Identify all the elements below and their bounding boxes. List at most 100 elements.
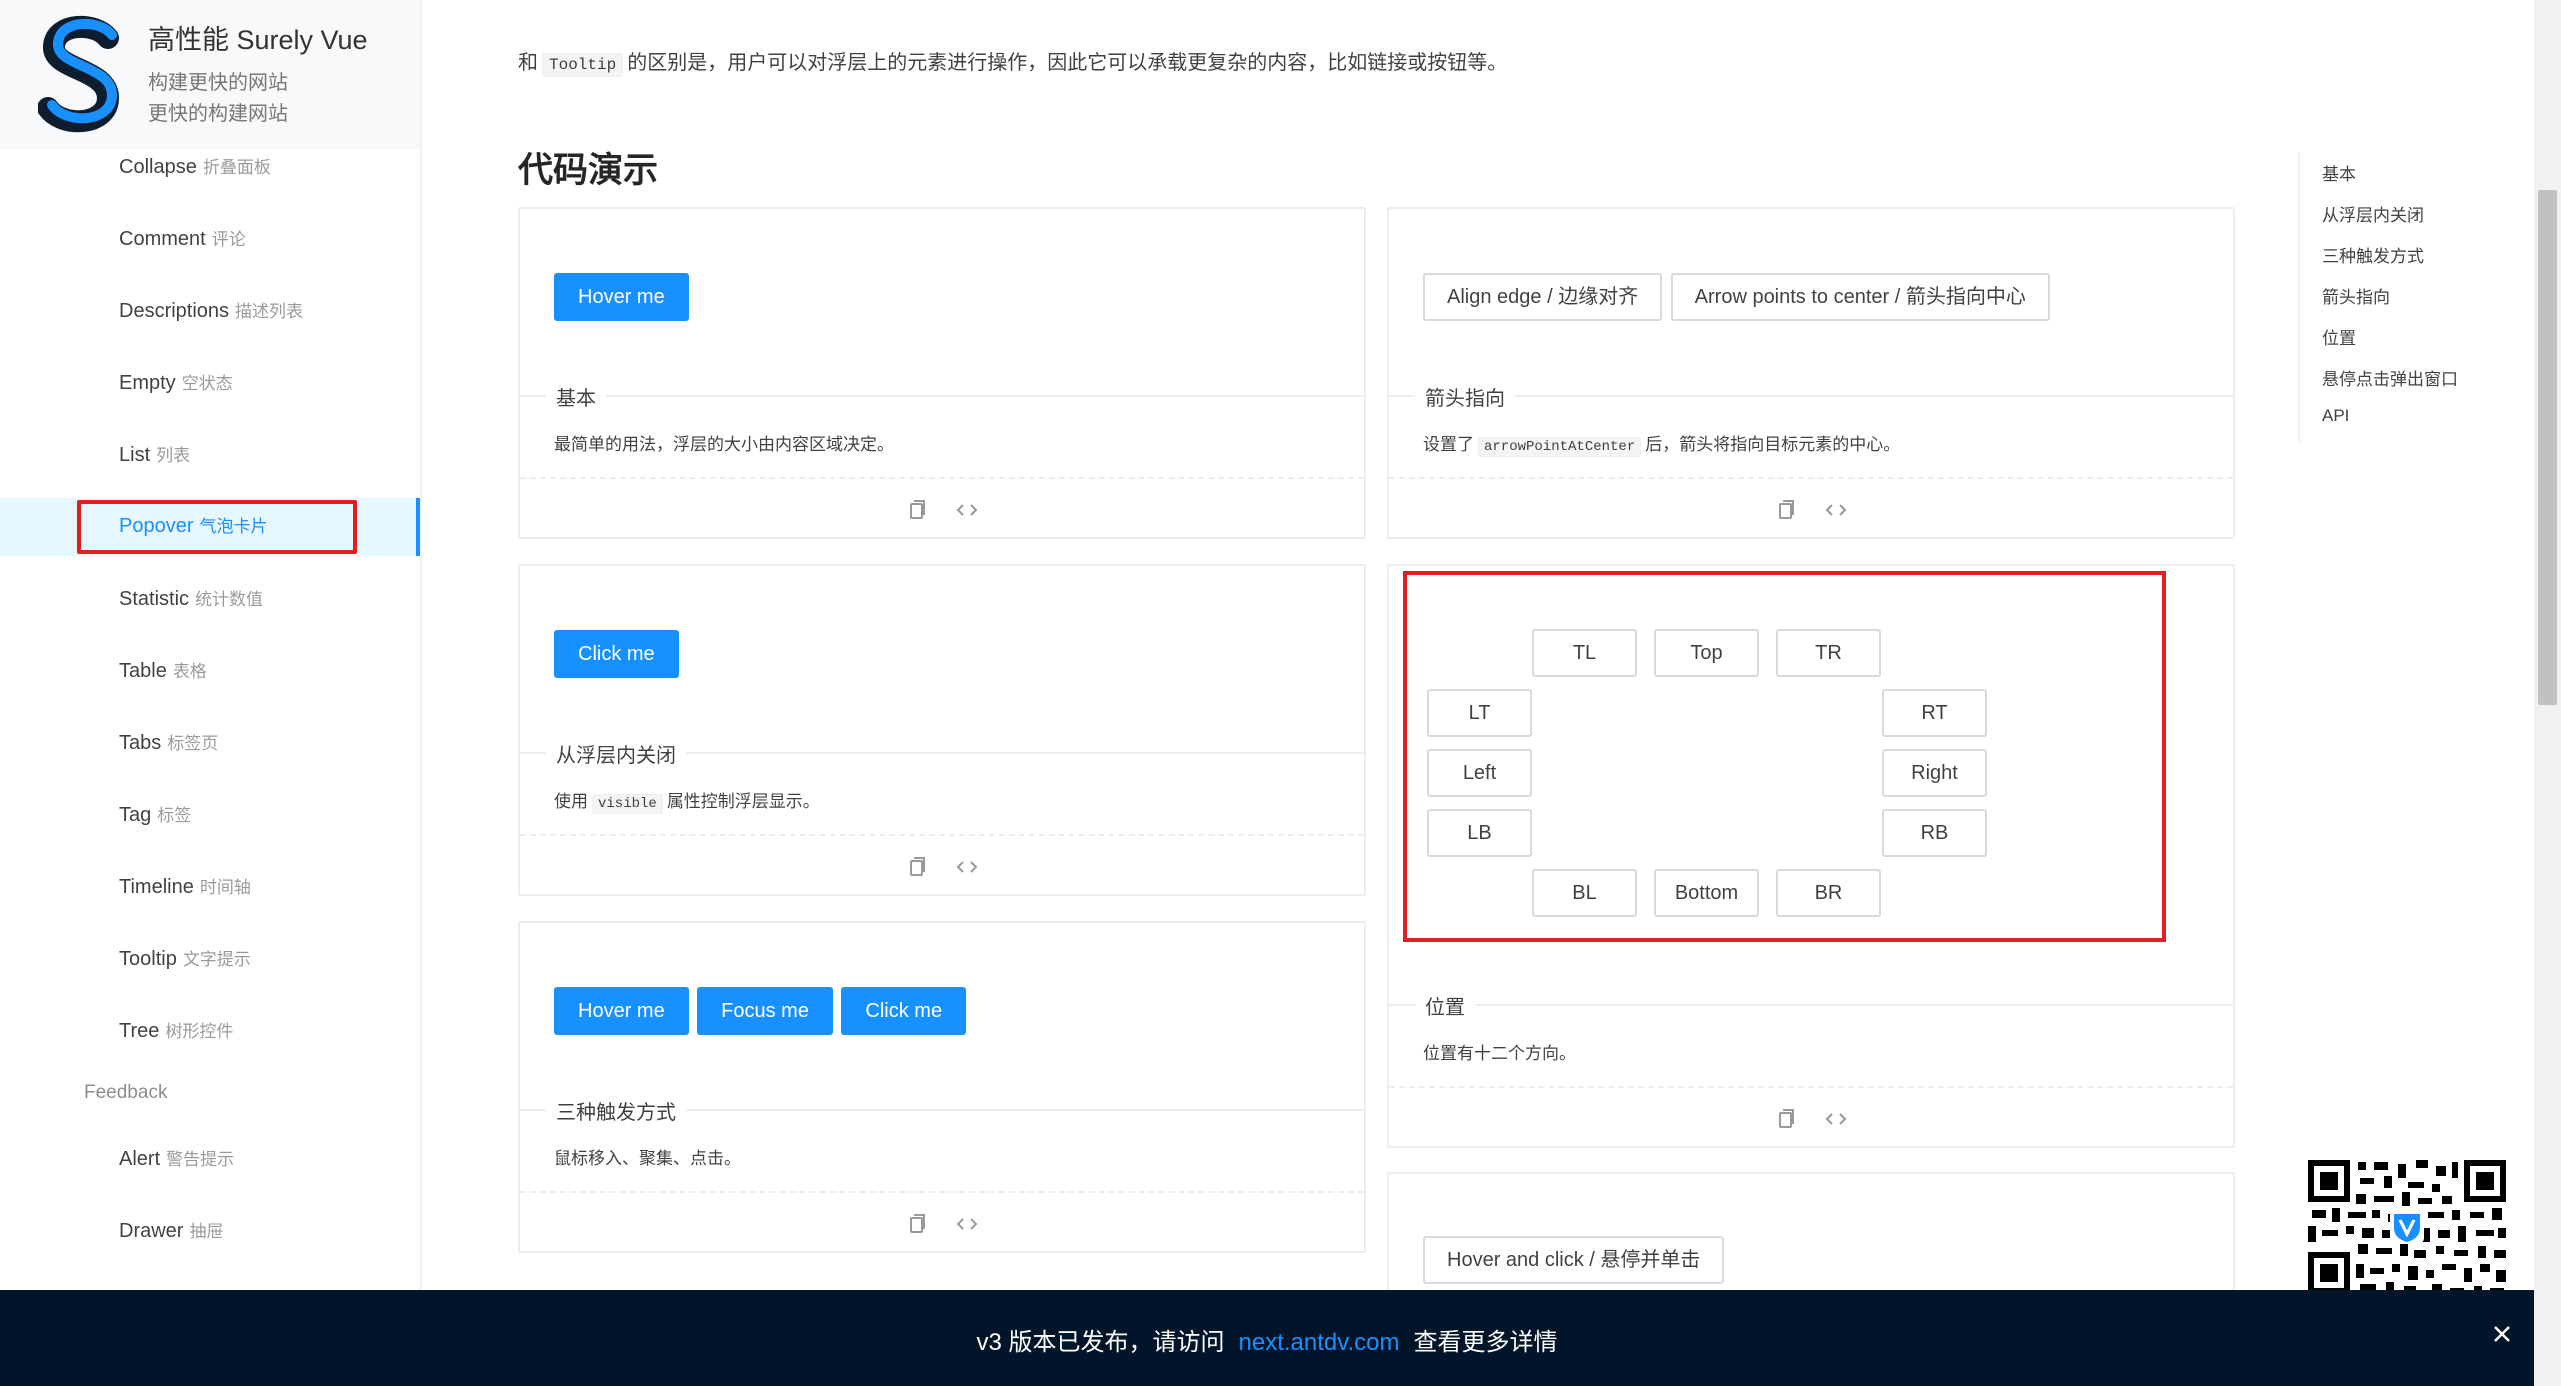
sidebar-item-timeline[interactable]: Timeline 时间轴 [0,859,420,917]
brand-subtitle-1: 构建更快的网站 [148,72,288,94]
highlight-box-popover [77,500,357,554]
divider [520,834,1364,836]
demo-card-close: Click me 从浮层内关闭 使用 visible 属性控制浮层显示。 [518,564,1366,896]
section-title: 代码演示 [518,151,659,190]
release-banner: v3 版本已发布，请访问 next.antdv.com 查看更多详情 [0,1290,2534,1386]
intro-text-b: 的区别是，用户可以对浮层上的元素进行操作，因此它可以承载更复杂的内容，比如链接或… [627,52,1508,74]
menu-sublabel: 时间轴 [199,878,251,897]
banner-link[interactable]: next.antdv.com [1239,1329,1400,1356]
demo-description: 鼠标移入、聚集、点击。 [554,1149,741,1168]
menu-label: Timeline [119,876,194,898]
sidebar-item-tooltip[interactable]: Tooltip 文字提示 [0,931,420,989]
sidebar-item-list[interactable]: List 列表 [0,427,420,485]
menu-sublabel: 折叠面板 [202,158,271,177]
menu-sublabel: 统计数值 [195,590,264,609]
code-icon[interactable] [1824,1107,1848,1131]
align-edge-button[interactable]: Align edge / 边缘对齐 [1423,273,1663,321]
divider [520,395,1364,397]
demo-description: 位置有十二个方向。 [1423,1044,1576,1063]
anchor-link-hover-click[interactable]: 悬停点击弹出窗口 [2322,365,2458,390]
inline-code: Tooltip [542,53,624,77]
menu-label: Tooltip [119,948,177,970]
sidebar-item-tag[interactable]: Tag 标签 [0,787,420,845]
brand-header[interactable]: 高性能 Surely Vue 构建更快的网站 更快的构建网站 [0,0,420,150]
anchor-link-basic[interactable]: 基本 [2322,160,2356,185]
anchor-link-api[interactable]: API [2322,406,2349,426]
copy-icon[interactable] [1774,498,1798,522]
brand-subtitle-2: 更快的构建网站 [148,103,288,125]
highlight-box-placement [1403,571,2166,942]
copy-icon[interactable] [1774,1107,1798,1131]
code-icon[interactable] [955,1212,979,1236]
menu-label: Tabs [119,732,162,754]
menu-sublabel: 树形控件 [165,1022,234,1041]
demo-card-basic: Hover me 基本 最简单的用法，浮层的大小由内容区域决定。 [518,207,1366,539]
page-scrollbar[interactable] [2534,0,2561,1386]
brand-title: 高性能 Surely Vue [148,25,368,55]
banner-text-b: 查看更多详情 [1413,1329,1558,1356]
menu-label: Descriptions [119,300,230,322]
menu-sublabel: 标签页 [167,734,219,753]
click-me-button[interactable]: Click me [554,630,679,678]
trigger-focus-button[interactable]: Focus me [697,987,833,1035]
divider [1389,1086,2233,1088]
scrollbar-thumb[interactable] [2538,190,2557,705]
sidebar-item-statistic[interactable]: Statistic 统计数值 [0,571,420,629]
sidebar-item-alert[interactable]: Alert 警告提示 [0,1131,420,1189]
menu-label: Drawer [119,1220,184,1242]
trigger-hover-button[interactable]: Hover me [554,987,689,1035]
close-icon[interactable] [2488,1320,2516,1348]
sidebar-item-tree[interactable]: Tree 树形控件 [0,1003,420,1061]
demo-title: 基本 [546,382,606,411]
menu-label: Tree [119,1020,160,1042]
sidebar-item-tabs[interactable]: Tabs 标签页 [0,715,420,773]
menu-sublabel: 抽屉 [189,1222,224,1241]
demo-title: 位置 [1415,991,1475,1020]
code-icon[interactable] [955,498,979,522]
arrow-center-button[interactable]: Arrow points to center / 箭头指向中心 [1670,273,2050,321]
inline-code: visible [592,794,663,814]
desc-text-b: 后，箭头将指向目标元素的中心。 [1645,435,1901,454]
sidebar: 高性能 Surely Vue 构建更快的网站 更快的构建网站 Collapse 折… [0,0,422,1386]
qr-code-image [2308,1160,2506,1294]
sidebar-item-collapse[interactable]: Collapse 折叠面板 [0,139,420,197]
menu-sublabel: 描述列表 [235,302,304,321]
divider [1389,395,2233,397]
divider [1389,477,2233,479]
trigger-click-button[interactable]: Click me [841,987,967,1035]
sidebar-item-empty[interactable]: Empty 空状态 [0,355,420,413]
copy-icon[interactable] [905,1212,929,1236]
menu-label: Comment [119,228,206,250]
code-icon[interactable] [1824,498,1848,522]
sidebar-item-descriptions[interactable]: Descriptions 描述列表 [0,283,420,341]
sidebar-item-table[interactable]: Table 表格 [0,643,420,701]
sidebar-item-comment[interactable]: Comment 评论 [0,211,420,269]
anchor-link-arrow[interactable]: 箭头指向 [2322,283,2390,308]
menu-label: Empty [119,372,176,394]
divider [1389,1004,2233,1006]
intro-text-a: 和 [518,52,538,74]
desc-text-a: 设置了 [1423,435,1474,454]
anchor-link-close[interactable]: 从浮层内关闭 [2322,201,2424,226]
hover-me-button[interactable]: Hover me [554,273,689,321]
intro-paragraph: 和 Tooltip 的区别是，用户可以对浮层上的元素进行操作，因此它可以承载更复杂的… [518,46,1508,77]
anchor-link-trigger[interactable]: 三种触发方式 [2322,242,2424,267]
hover-and-click-button[interactable]: Hover and click / 悬停并单击 [1423,1236,1725,1284]
menu-sublabel: 空状态 [181,374,233,393]
menu-sublabel: 文字提示 [182,950,251,969]
sidebar-group-feedback: Feedback [84,1082,168,1103]
menu-sublabel: 表格 [172,662,207,681]
sidebar-item-drawer[interactable]: Drawer 抽屉 [0,1203,420,1261]
demo-card-arrow: Align edge / 边缘对齐 Arrow points to center… [1387,207,2235,539]
logo-icon [38,15,120,133]
code-icon[interactable] [955,855,979,879]
menu-sublabel: 评论 [211,230,246,249]
anchor-link-placement[interactable]: 位置 [2322,324,2356,349]
demo-title: 从浮层内关闭 [546,739,686,768]
demo-description: 使用 visible 属性控制浮层显示。 [554,787,820,814]
menu-label: List [119,444,151,466]
copy-icon[interactable] [905,855,929,879]
menu-label: Alert [119,1148,161,1170]
menu-label: Statistic [119,588,190,610]
copy-icon[interactable] [905,498,929,522]
